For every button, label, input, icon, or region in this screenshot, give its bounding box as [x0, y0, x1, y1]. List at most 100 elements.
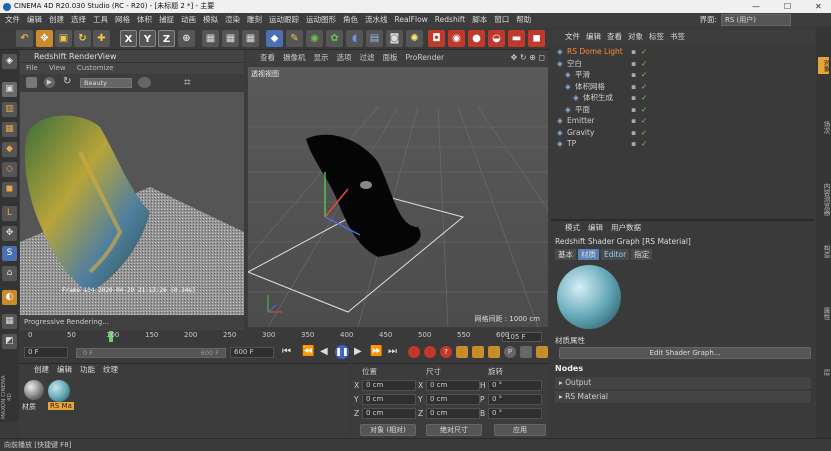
enabled-check-icon[interactable]: ✓: [641, 115, 647, 126]
renderview-menu-file[interactable]: File: [26, 64, 38, 72]
menu-item-12[interactable]: 运动跟踪: [269, 15, 299, 24]
previous-frame-icon[interactable]: ◀: [320, 346, 328, 357]
enabled-check-icon[interactable]: ✓: [641, 104, 647, 115]
tweak-mode-icon[interactable]: ✥: [2, 226, 17, 241]
right-tab-0[interactable]: 对象: [818, 57, 830, 74]
menu-item-7[interactable]: 捕捉: [159, 15, 174, 24]
object-row[interactable]: ◈ RS Dome Light ▪ ✓: [551, 46, 815, 57]
rs-camera-icon[interactable]: ◘: [428, 30, 445, 47]
enabled-check-icon[interactable]: ✓: [641, 138, 647, 149]
object-row[interactable]: ◈ 体积生成 ▪ ✓: [551, 92, 815, 103]
position-key-icon[interactable]: [456, 346, 468, 358]
menu-item-10[interactable]: 渲染: [225, 15, 240, 24]
crop-icon[interactable]: ⌗: [184, 75, 191, 90]
menu-item-6[interactable]: 体积: [137, 15, 152, 24]
parameter-key-icon[interactable]: P: [504, 346, 516, 358]
coord-p-field-0[interactable]: 0 cm: [362, 380, 416, 391]
rs-material-node-row[interactable]: ▸ RS Material: [555, 391, 811, 403]
menu-item-4[interactable]: 工具: [93, 15, 108, 24]
enabled-check-icon[interactable]: ✓: [641, 81, 647, 92]
menu-item-20[interactable]: 帮助: [516, 15, 531, 24]
stop-render-icon[interactable]: [26, 77, 37, 88]
viewport-menu-item-5[interactable]: 面板: [383, 53, 398, 62]
apply-button[interactable]: 应用: [494, 424, 546, 436]
menu-item-9[interactable]: 模拟: [203, 15, 218, 24]
object-row[interactable]: ◈ TP ▪ ✓: [551, 138, 815, 149]
workplane-icon[interactable]: ▦: [2, 122, 17, 137]
aov-select[interactable]: Beauty: [80, 78, 132, 88]
play-forward-button[interactable]: ❚❚: [335, 345, 349, 359]
enabled-check-icon[interactable]: ✓: [641, 92, 647, 103]
maximize-button[interactable]: ☐: [784, 0, 791, 13]
visibility-toggle-icon[interactable]: ▪: [631, 92, 636, 103]
render-picture-viewer-icon[interactable]: ▦: [222, 30, 239, 47]
viewport-menu-item-3[interactable]: 选项: [337, 53, 352, 62]
pla-key-icon[interactable]: [520, 346, 532, 358]
coord-p-field-1[interactable]: 0 cm: [362, 394, 416, 405]
coord-r-field-2[interactable]: 0 °: [488, 408, 542, 419]
right-tab-4[interactable]: 属性: [818, 305, 830, 322]
play-render-icon[interactable]: ▶: [44, 77, 55, 88]
menu-item-2[interactable]: 创建: [49, 15, 64, 24]
enabled-check-icon[interactable]: ✓: [641, 127, 647, 138]
attribute-tab-0[interactable]: 基本: [555, 249, 576, 260]
deformer-icon[interactable]: ◖: [346, 30, 363, 47]
material-menu-item-1[interactable]: 编辑: [57, 365, 72, 374]
viewport-menu-item-6[interactable]: ProRender: [406, 53, 445, 62]
record-icon[interactable]: [408, 346, 420, 358]
move-tool-icon[interactable]: ✥: [36, 30, 53, 47]
visibility-toggle-icon[interactable]: ▪: [631, 138, 636, 149]
cube-icon[interactable]: ◆: [266, 30, 283, 47]
menu-item-16[interactable]: RealFlow: [395, 15, 428, 24]
coord-size-select[interactable]: 绝对尺寸: [426, 424, 482, 436]
axis-x-button[interactable]: X: [120, 30, 137, 47]
coord-s-field-2[interactable]: 0 cm: [426, 408, 480, 419]
coord-r-field-0[interactable]: 0 °: [488, 380, 542, 391]
attribute-menu-item-2[interactable]: 用户数据: [611, 223, 641, 232]
rs-area-light-icon[interactable]: ●: [468, 30, 485, 47]
viewport-nav-icons[interactable]: ✥ ↻ ⊕ ◻: [511, 53, 545, 62]
close-button[interactable]: ✕: [815, 0, 822, 13]
go-to-start-icon[interactable]: ⏮: [282, 346, 291, 357]
floor-icon[interactable]: ▤: [366, 30, 383, 47]
renderview-menu-view[interactable]: View: [49, 64, 66, 72]
visibility-toggle-icon[interactable]: ▪: [631, 58, 636, 69]
grid-icon[interactable]: ▦: [2, 314, 17, 329]
scale-tool-icon[interactable]: ▣: [55, 30, 72, 47]
object-menu-item-4[interactable]: 标签: [649, 32, 664, 41]
menu-item-3[interactable]: 选择: [71, 15, 86, 24]
right-tab-2[interactable]: 内容浏览器: [818, 181, 830, 218]
rotate-tool-icon[interactable]: ↻: [74, 30, 91, 47]
light-icon[interactable]: ✺: [406, 30, 423, 47]
attribute-menu-item-1[interactable]: 编辑: [588, 223, 603, 232]
right-tab-3[interactable]: 构造: [818, 243, 830, 260]
coord-s-field-0[interactable]: 0 cm: [426, 380, 480, 391]
material-menu-item-3[interactable]: 纹理: [103, 365, 118, 374]
menu-item-13[interactable]: 运动图形: [306, 15, 336, 24]
timeline-ruler[interactable]: 105 F 0 50 100 150 200 250 300 350 400 450 500 550 6…: [20, 330, 550, 344]
rs-light-icon[interactable]: ◉: [448, 30, 465, 47]
viewport-menu-item-1[interactable]: 摄像机: [283, 53, 306, 62]
render-region-icon[interactable]: [138, 77, 151, 88]
coord-mode-select[interactable]: 对象 (相对): [360, 424, 416, 436]
menu-item-15[interactable]: 流水线: [365, 15, 388, 24]
attribute-tab-2[interactable]: Editor: [601, 249, 630, 260]
next-key-icon[interactable]: ⏩: [370, 346, 382, 357]
menu-item-19[interactable]: 窗口: [494, 15, 509, 24]
coord-s-field-1[interactable]: 0 cm: [426, 394, 480, 405]
array-icon[interactable]: ✿: [326, 30, 343, 47]
layout-icon[interactable]: ◩: [2, 334, 17, 349]
end-frame-field[interactable]: 600 F: [230, 347, 274, 358]
visibility-toggle-icon[interactable]: ▪: [631, 69, 636, 80]
rotation-key-icon[interactable]: [488, 346, 500, 358]
go-to-end-icon[interactable]: ⏭: [388, 346, 397, 357]
make-editable-icon[interactable]: ◈: [2, 54, 17, 69]
visibility-toggle-icon[interactable]: ▪: [631, 115, 636, 126]
menu-item-18[interactable]: 脚本: [472, 15, 487, 24]
polygons-mode-icon[interactable]: ◼: [2, 182, 17, 197]
visibility-toggle-icon[interactable]: ▪: [631, 104, 636, 115]
viewport-menu-item-4[interactable]: 过滤: [360, 53, 375, 62]
axis-mode-icon[interactable]: L: [2, 206, 17, 221]
live-select-icon[interactable]: ✚: [93, 30, 110, 47]
render-settings-icon[interactable]: ▦: [242, 30, 259, 47]
